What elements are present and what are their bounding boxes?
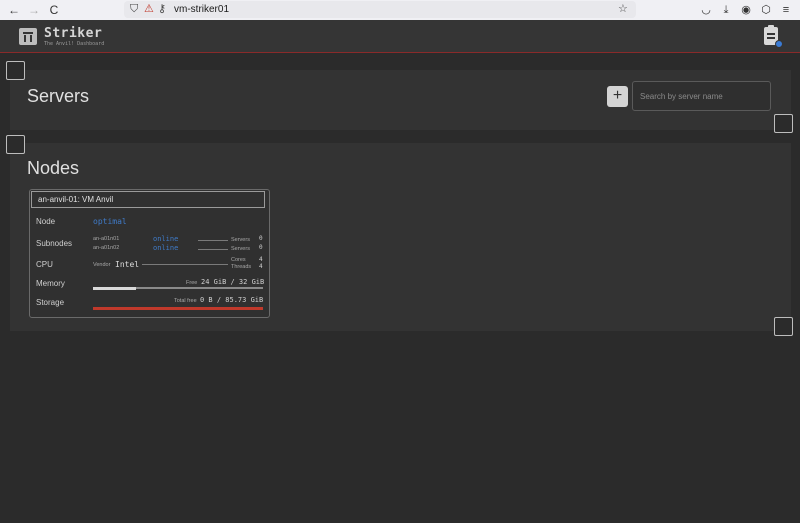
reload-button[interactable]: C xyxy=(46,2,62,18)
back-button[interactable]: ← xyxy=(6,2,22,18)
download-icon[interactable]: ⤓ xyxy=(718,2,734,18)
node-card[interactable]: an-anvil-01: VM Anvil Node optimal Subno… xyxy=(29,189,270,318)
subnode-2-status: online xyxy=(153,244,179,252)
address-bar[interactable]: ⛉ ⚠ ⚷ vm-striker01 ☆ xyxy=(124,1,636,18)
divider xyxy=(198,249,228,250)
url-text[interactable]: vm-striker01 xyxy=(174,1,229,18)
menu-icon[interactable]: ≡ xyxy=(778,2,794,18)
pocket-icon[interactable]: ◡ xyxy=(698,2,714,18)
extensions-icon[interactable]: ⬡ xyxy=(758,2,774,18)
subnode-1-servers-count: 0 xyxy=(259,235,263,242)
app-subtitle: The Anvil! Dashboard xyxy=(44,41,105,47)
node-status: optimal xyxy=(93,217,127,226)
server-search-input[interactable] xyxy=(633,82,770,110)
subnode-1-name: an-a01n01 xyxy=(93,236,120,242)
key-icon[interactable]: ⚷ xyxy=(158,1,166,18)
account-icon[interactable]: ◉ xyxy=(738,2,754,18)
bookmark-star-icon[interactable]: ☆ xyxy=(618,1,628,18)
memory-label: Memory xyxy=(36,279,65,288)
servers-panel-corner-top-left xyxy=(6,61,25,80)
striker-logo-icon[interactable] xyxy=(19,28,37,45)
nodes-panel-corner-top-left xyxy=(6,135,25,154)
subnode-1-servers-label: Servers xyxy=(231,237,250,243)
subnodes-label: Subnodes xyxy=(36,239,73,248)
lock-warning-icon[interactable]: ⚠ xyxy=(144,1,154,18)
cpu-cores-label: Cores xyxy=(231,257,246,263)
subnode-2-servers-label: Servers xyxy=(231,246,250,252)
storage-bar-fill xyxy=(93,306,263,310)
app-title[interactable]: Striker xyxy=(44,26,102,41)
cpu-threads: 4 xyxy=(259,263,263,270)
servers-panel-corner-bottom-right xyxy=(774,114,793,133)
servers-heading: Servers xyxy=(27,86,90,106)
add-server-button[interactable]: + xyxy=(607,86,628,107)
subnode-2-servers-count: 0 xyxy=(259,244,263,251)
server-search-field[interactable] xyxy=(632,81,771,111)
cpu-cores: 4 xyxy=(259,256,263,263)
cpu-threads-label: Threads xyxy=(231,264,252,270)
cpu-vendor: Intel xyxy=(115,260,140,269)
nodes-heading: Nodes xyxy=(27,158,80,178)
memory-value: 24 GiB / 32 GiB xyxy=(201,278,265,286)
memory-free-label: Free xyxy=(186,280,198,286)
nodes-panel-corner-bottom-right xyxy=(774,317,793,336)
node-label: Node xyxy=(36,217,56,226)
memory-bar-track xyxy=(93,286,263,290)
storage-value: 0 B / 85.73 GiB xyxy=(200,296,264,304)
app-header: Striker The Anvil! Dashboard xyxy=(0,20,800,53)
subnode-1-status: online xyxy=(153,235,179,243)
cpu-label: CPU xyxy=(36,260,53,269)
divider xyxy=(198,240,228,241)
memory-bar-fill xyxy=(93,286,136,290)
storage-label: Storage xyxy=(36,298,65,307)
subnode-2-name: an-a01n02 xyxy=(93,245,120,251)
forward-button[interactable]: → xyxy=(26,2,42,18)
browser-toolbar: ← → C ⛉ ⚠ ⚷ vm-striker01 ☆ ◡ ⤓ ◉ ⬡ ≡ xyxy=(0,0,800,21)
shield-icon[interactable]: ⛉ xyxy=(130,1,138,18)
notification-dot-icon xyxy=(775,40,783,48)
storage-free-label: Total free xyxy=(174,298,197,304)
divider xyxy=(142,264,228,265)
node-card-header[interactable]: an-anvil-01: VM Anvil xyxy=(31,191,265,208)
cpu-vendor-label: Vendor xyxy=(93,262,111,268)
storage-bar-track xyxy=(93,306,263,310)
node-card-title[interactable]: an-anvil-01: VM Anvil xyxy=(38,192,113,207)
